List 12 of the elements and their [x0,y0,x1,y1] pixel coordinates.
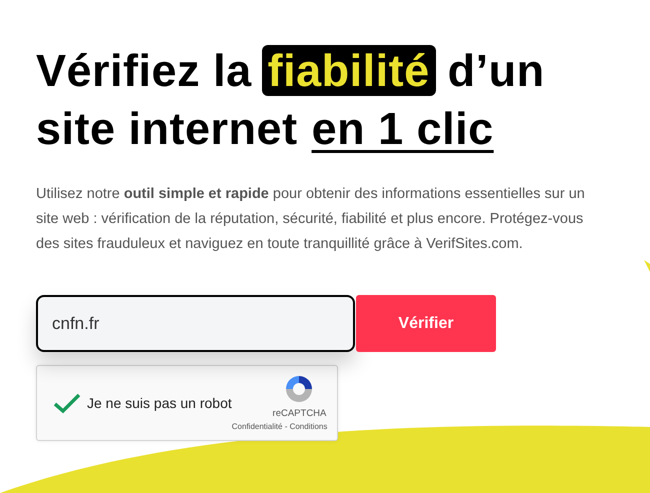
headline-text: d’un [448,45,545,96]
captcha-label: Je ne suis pas un robot [87,394,232,413]
underlined-text: en 1 clic [312,103,494,154]
intro-paragraph: Utilisez notre outil simple et rapide pour obtenir des informations essentielles sur un site web : vérification de la réputation, sécurité, fiabilité et plus encore. Protégez-vous des sites frauduleux et naviguez en toute tranquillité grâce à VerifSites.com. [36,185,586,254]
recaptcha-brand: reCAPTCHA [272,406,326,421]
highlighted-word: fiabilité [262,45,436,96]
url-input-field[interactable]: cnfn.fr [36,295,355,352]
headline-text: site internet [36,103,298,154]
corner-mark-shape [644,260,650,272]
privacy-terms-link[interactable]: Confidentialité - Conditions [232,421,328,434]
headline-text: Vérifiez la [36,45,252,96]
verify-button[interactable]: Vérifier [356,295,496,352]
